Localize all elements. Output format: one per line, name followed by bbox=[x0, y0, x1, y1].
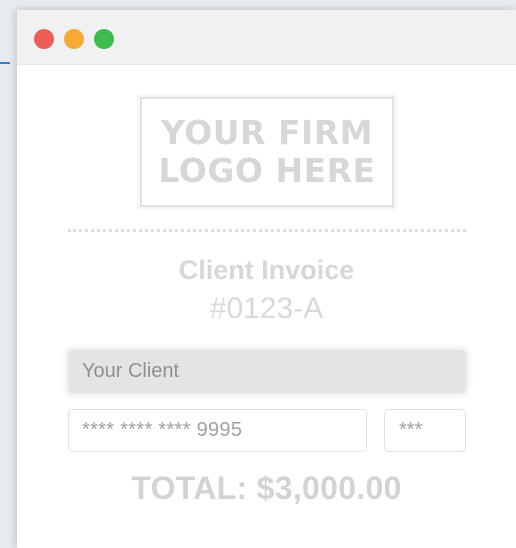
cvv-input[interactable]: *** bbox=[384, 409, 466, 452]
browser-window: YOUR FIRM LOGO HERE Client Invoice #0123… bbox=[17, 10, 516, 548]
invoice-total: TOTAL: $3,000.00 bbox=[131, 470, 402, 506]
logo-line-1: YOUR FIRM bbox=[160, 113, 374, 152]
maximize-window-button[interactable] bbox=[94, 29, 114, 49]
title-bar bbox=[17, 10, 516, 65]
dotted-divider bbox=[68, 229, 466, 232]
firm-logo-placeholder: YOUR FIRM LOGO HERE bbox=[140, 97, 394, 207]
minimize-window-button[interactable] bbox=[64, 29, 84, 49]
card-number-input[interactable]: **** **** **** 9995 bbox=[68, 409, 367, 452]
invoice-number: #0123-A bbox=[209, 292, 324, 325]
logo-line-2: LOGO HERE bbox=[158, 151, 376, 190]
client-input[interactable]: Your Client bbox=[68, 350, 466, 393]
close-window-button[interactable] bbox=[34, 29, 54, 49]
invoice-title: Client Invoice bbox=[178, 255, 355, 285]
background-accent bbox=[0, 62, 10, 64]
